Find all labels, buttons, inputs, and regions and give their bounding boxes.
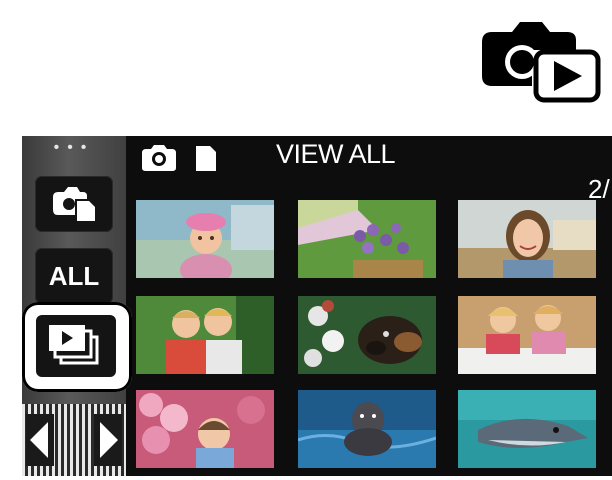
view-all-button[interactable]: ALL bbox=[35, 248, 113, 304]
thumbnail-two-children-drawing[interactable] bbox=[458, 296, 596, 374]
card-icon bbox=[196, 146, 216, 171]
menu-dots-icon: ••• bbox=[53, 139, 95, 156]
side-panel: ••• ALL bbox=[22, 136, 132, 476]
thumbnail-dolphin[interactable] bbox=[458, 390, 596, 468]
camera-icon bbox=[142, 145, 176, 171]
thumbnail-girl-with-pink-hat[interactable] bbox=[136, 200, 274, 278]
playback-icon bbox=[49, 325, 99, 365]
photo-video-toggle-button[interactable] bbox=[35, 176, 113, 232]
all-label: ALL bbox=[48, 260, 100, 291]
thumbnail-baby-with-pink-flowers[interactable] bbox=[136, 390, 274, 468]
thumbnail-purple-flowers[interactable] bbox=[298, 200, 436, 278]
right-arrow-icon[interactable] bbox=[94, 414, 122, 466]
header-icons bbox=[142, 145, 216, 171]
thumbnail-smiling-woman[interactable] bbox=[458, 200, 596, 278]
thumbnail-seal-in-water[interactable] bbox=[298, 390, 436, 468]
left-arrow-icon[interactable] bbox=[26, 414, 54, 466]
nav-arrows bbox=[22, 404, 126, 476]
view-all-title: VIEW ALL bbox=[276, 139, 396, 169]
thumbnail-dog-with-flowers[interactable] bbox=[298, 296, 436, 374]
thumbnail-two-boys[interactable] bbox=[136, 296, 274, 374]
playback-button[interactable] bbox=[36, 315, 116, 377]
camera-playback-mode-icon bbox=[482, 22, 601, 103]
playback-button-highlight bbox=[22, 302, 132, 392]
camera-video-icon bbox=[53, 187, 95, 221]
